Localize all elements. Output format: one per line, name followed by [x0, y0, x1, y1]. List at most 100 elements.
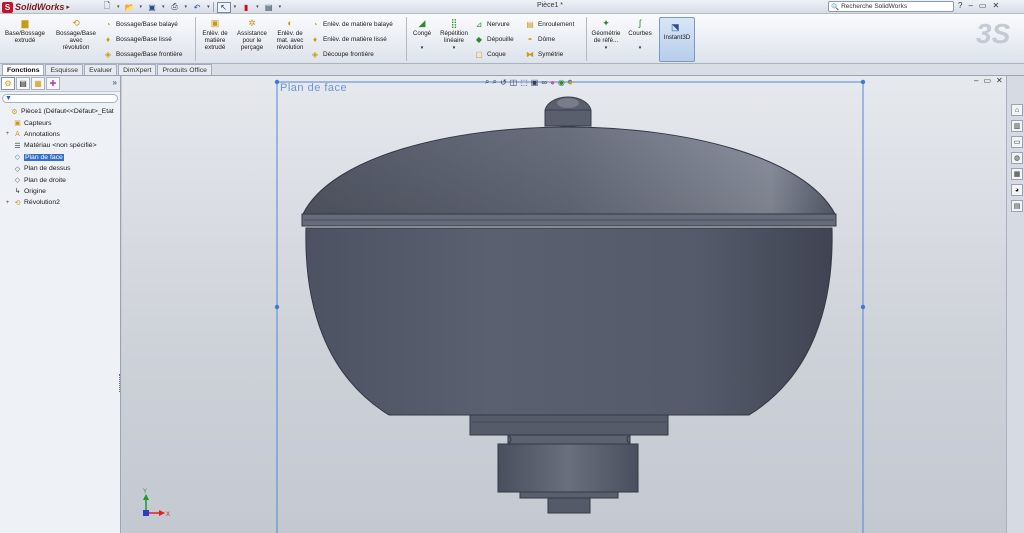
zoom-to-fit-icon[interactable]: ⌕	[485, 77, 489, 87]
close-button[interactable]: ✕	[992, 1, 999, 10]
linear-pattern-button[interactable]: ⣿ Répétition linéaire ▾	[437, 17, 471, 52]
design-library-icon[interactable]: ▥	[1011, 120, 1023, 132]
viewport-close-button[interactable]: ✕	[996, 76, 1003, 85]
draft-label: Dépouille	[487, 35, 514, 43]
tree-item-label: Plan de droite	[24, 176, 66, 184]
file-explorer-icon[interactable]: ▭	[1011, 136, 1023, 148]
fillet-button[interactable]: ◢ Congé ▾	[409, 17, 435, 52]
tab-evaluate[interactable]: Evaluer	[84, 64, 118, 75]
extrude-cut-button[interactable]: ▣ Enlèv. de matière extrudé	[198, 17, 232, 51]
mirror-icon: ⧓	[526, 49, 534, 59]
instant3d-button[interactable]: ⬔ Instant3D	[659, 17, 695, 62]
tree-item[interactable]: + ⟲ Révolution2	[0, 197, 120, 208]
plane-handle[interactable]	[860, 304, 866, 310]
draft-button[interactable]: ◆ Dépouille	[474, 34, 514, 44]
configuration-manager-tab-icon[interactable]: ▦	[31, 77, 45, 90]
hole-wizard-button[interactable]: ✲ Assistance pour le perçage	[234, 17, 270, 51]
minimize-button[interactable]: –	[968, 1, 972, 10]
tree-item[interactable]: ◇ Plan de dessus	[0, 163, 120, 174]
extrude-boss-button[interactable]: ▆ Base/Bossage extrudé	[3, 17, 47, 44]
fillet-dropdown-icon[interactable]: ▾	[421, 45, 424, 52]
help-icon[interactable]: ?	[958, 1, 962, 10]
linear-pattern-label: Répétition linéaire	[440, 30, 468, 44]
dome-button[interactable]: ◓ Dôme	[525, 34, 555, 44]
viewport-minimize-button[interactable]: –	[974, 76, 978, 85]
appearances-icon[interactable]: ◕	[1011, 184, 1023, 196]
tree-item[interactable]: ☰ Matériau <non spécifié>	[0, 140, 120, 151]
shell-label: Coque	[487, 50, 506, 58]
hide-show-items-icon[interactable]: ∞	[541, 78, 547, 87]
select-icon[interactable]: ↖	[216, 1, 231, 13]
tab-dimxpert[interactable]: DimXpert	[118, 64, 157, 75]
dimxpert-manager-tab-icon[interactable]: ✚	[46, 77, 60, 90]
tree-item[interactable]: ⚙ Pièce1 (Défaut<<Défaut>_Etat	[0, 106, 120, 117]
undo-icon[interactable]: ↶	[190, 2, 204, 13]
tree-item[interactable]: + A Annotations	[0, 129, 120, 140]
restore-button[interactable]: ▭	[979, 1, 987, 10]
display-style-icon[interactable]: ▣	[531, 78, 539, 87]
curves-dropdown-icon[interactable]: ▾	[639, 45, 642, 52]
swept-boss-icon: ◔	[105, 19, 111, 29]
lofted-cut-button[interactable]: ♦ Enlèv. de matière lissé	[310, 34, 387, 44]
expand-icon[interactable]: +	[4, 131, 11, 137]
lofted-cut-label: Enlèv. de matière lissé	[323, 35, 387, 43]
tree-item[interactable]: ↳ Origine	[0, 186, 120, 197]
solidworks-logo[interactable]: S SolidWorks ▸	[2, 1, 74, 13]
shell-button[interactable]: ▢ Coque	[474, 49, 506, 59]
feature-manager-tab-icon[interactable]: ⚙	[1, 77, 15, 90]
view-orientation-icon[interactable]: ⬚	[520, 78, 528, 87]
annotations-icon: A	[15, 130, 20, 138]
lofted-boss-button[interactable]: ♦ Bossage/Base lissé	[103, 34, 172, 44]
mirror-button[interactable]: ⧓ Symétrie	[525, 49, 563, 59]
rebuild-icon[interactable]: ▮	[239, 2, 253, 13]
boundary-cut-button[interactable]: ◈ Découpe frontière	[310, 49, 374, 59]
plane-handle[interactable]	[860, 79, 866, 85]
previous-view-icon[interactable]: ↺	[500, 78, 507, 87]
wrap-button[interactable]: ▤ Enroulement	[525, 19, 574, 29]
tab-office-products[interactable]: Produits Office	[157, 64, 212, 75]
print-icon[interactable]: ⎙	[168, 2, 182, 13]
search-input[interactable]: 🔍 Recherche SolidWorks	[828, 1, 954, 12]
new-document-icon[interactable]: 🗋	[100, 1, 114, 13]
tab-sketch[interactable]: Esquisse	[45, 64, 84, 75]
open-icon[interactable]: 📂	[123, 2, 137, 13]
revolve-boss-button[interactable]: ⟲ Bossage/Base avec révolution	[53, 17, 99, 51]
search-icon: 🔍	[831, 3, 840, 11]
options-icon[interactable]: ▤	[262, 2, 276, 13]
viewport-restore-button[interactable]: ▭	[983, 76, 991, 85]
tab-features[interactable]: Fonctions	[2, 64, 45, 75]
hole-wizard-label: Assistance pour le perçage	[237, 30, 267, 51]
custom-properties-icon[interactable]: ▤	[1011, 200, 1023, 212]
reference-geometry-button[interactable]: ✦ Géométrie de réfé... ▾	[589, 17, 623, 52]
expand-icon[interactable]: +	[4, 200, 11, 206]
tree-item[interactable]: ◇ Plan de face	[0, 152, 120, 163]
swept-boss-button[interactable]: ◔ Bossage/Base balayé	[103, 19, 178, 29]
reference-geometry-dropdown-icon[interactable]: ▾	[605, 45, 608, 52]
rib-button[interactable]: ⊿ Nervure	[474, 19, 510, 29]
search-results-icon[interactable]: ◍	[1011, 152, 1023, 164]
section-view-icon[interactable]: ◫	[510, 78, 518, 87]
tree-item[interactable]: ▣ Capteurs	[0, 117, 120, 128]
edit-appearance-icon[interactable]: ●	[550, 78, 555, 87]
boundary-boss-button[interactable]: ◈ Bossage/Base frontière	[103, 49, 183, 59]
swept-cut-button[interactable]: ◔ Enlèv. de matière balayé	[310, 19, 393, 29]
plane-handle[interactable]	[274, 304, 280, 310]
feature-tree-filter[interactable]: ▼	[2, 94, 118, 103]
instant3d-icon: ⬔	[671, 22, 680, 32]
view-settings-icon[interactable]: ●	[568, 78, 573, 87]
revolve-cut-button[interactable]: ◐ Enlèv. de mat. avec révolution	[272, 17, 308, 51]
view-palette-icon[interactable]: ▦	[1011, 168, 1023, 180]
apply-scene-icon[interactable]: ◉	[558, 78, 565, 87]
plane-handle[interactable]	[274, 79, 280, 85]
mirror-label: Symétrie	[538, 50, 564, 58]
linear-pattern-dropdown-icon[interactable]: ▾	[453, 45, 456, 52]
zoom-to-area-icon[interactable]: ⌕	[492, 77, 496, 87]
property-manager-tab-icon[interactable]: ▤	[16, 77, 30, 90]
solidworks-resources-icon[interactable]: ⌂	[1011, 104, 1023, 116]
graphics-area[interactable]: Y X Plan de face ⌕ ⌕ ↺ ◫ ⬚ ▣ ∞ ● ◉ ● – ▭…	[122, 76, 1006, 533]
save-icon[interactable]: ▣	[145, 2, 159, 13]
curves-button[interactable]: ʃ Courbes ▾	[625, 17, 655, 52]
tree-item[interactable]: ◇ Plan de droite	[0, 174, 120, 185]
heads-up-view-toolbar: ⌕ ⌕ ↺ ◫ ⬚ ▣ ∞ ● ◉ ●	[485, 77, 573, 87]
panel-expand-icon[interactable]: »	[113, 78, 117, 87]
